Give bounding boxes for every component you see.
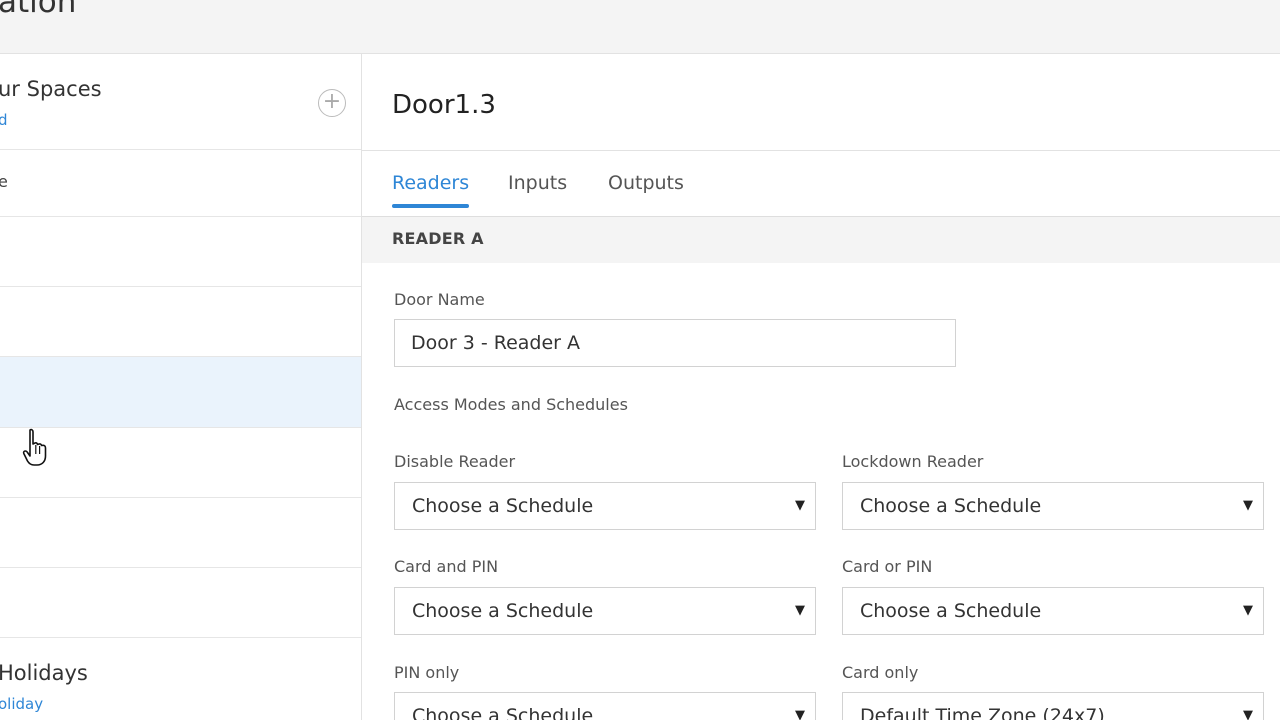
- door-name-input[interactable]: Door 3 - Reader A: [394, 319, 956, 367]
- hand-pointer-icon: [22, 428, 47, 466]
- sidebar-holidays-header: Holidays oliday: [0, 638, 361, 720]
- section-title: READER A: [392, 229, 484, 248]
- card-only-label: Card only: [842, 663, 919, 682]
- caret-down-icon: ▼: [795, 498, 805, 513]
- top-header: ation: [0, 0, 1280, 54]
- caret-down-icon: ▼: [795, 603, 805, 618]
- tab-readers[interactable]: Readers: [392, 172, 470, 208]
- select-value: Choose a Schedule: [860, 495, 1042, 517]
- tab-inputs[interactable]: Inputs: [508, 172, 567, 206]
- holidays-link[interactable]: oliday: [0, 695, 43, 713]
- plus-circle-icon: +: [322, 89, 342, 114]
- card-or-pin-select[interactable]: Choose a Schedule ▼: [842, 587, 1264, 635]
- select-value: Choose a Schedule: [412, 495, 594, 517]
- spaces-link[interactable]: d: [0, 111, 8, 129]
- card-or-pin-label: Card or PIN: [842, 557, 933, 576]
- select-value: Choose a Schedule: [860, 600, 1042, 622]
- sidebar-item[interactable]: [0, 217, 361, 287]
- sidebar-item[interactable]: [0, 287, 361, 357]
- select-value: Choose a Schedule: [412, 705, 594, 720]
- sidebar-item[interactable]: e: [0, 150, 361, 217]
- select-value: Default Time Zone (24x7): [860, 705, 1105, 720]
- lockdown-reader-label: Lockdown Reader: [842, 452, 984, 471]
- caret-down-icon: ▼: [1243, 708, 1253, 720]
- caret-down-icon: ▼: [795, 708, 805, 720]
- door-name-label: Door Name: [394, 290, 485, 309]
- disable-reader-select[interactable]: Choose a Schedule ▼: [394, 482, 816, 530]
- add-space-button[interactable]: +: [318, 89, 346, 117]
- access-modes-label: Access Modes and Schedules: [394, 395, 628, 414]
- sidebar: ur Spaces d + e Holidays oliday: [0, 54, 362, 720]
- main-panel: Door1.3 Readers Inputs Outputs READER A …: [362, 54, 1280, 720]
- select-value: Choose a Schedule: [412, 600, 594, 622]
- card-and-pin-label: Card and PIN: [394, 557, 499, 576]
- sidebar-item[interactable]: [0, 428, 361, 498]
- sidebar-item[interactable]: [0, 498, 361, 568]
- sidebar-item-hovered[interactable]: [0, 357, 361, 428]
- card-and-pin-select[interactable]: Choose a Schedule ▼: [394, 587, 816, 635]
- holidays-title: Holidays: [0, 661, 88, 685]
- spaces-title: ur Spaces: [0, 77, 102, 101]
- divider: [362, 150, 1280, 151]
- sidebar-item-label: e: [0, 172, 8, 191]
- tab-outputs[interactable]: Outputs: [608, 172, 684, 206]
- sidebar-item[interactable]: [0, 568, 361, 638]
- lockdown-reader-select[interactable]: Choose a Schedule ▼: [842, 482, 1264, 530]
- page-title: Door1.3: [392, 90, 496, 120]
- pin-only-select[interactable]: Choose a Schedule ▼: [394, 692, 816, 720]
- caret-down-icon: ▼: [1243, 498, 1253, 513]
- section-header: READER A: [362, 217, 1280, 263]
- disable-reader-label: Disable Reader: [394, 452, 516, 471]
- caret-down-icon: ▼: [1243, 603, 1253, 618]
- pin-only-label: PIN only: [394, 663, 460, 682]
- app-title: ation: [0, 0, 77, 20]
- sidebar-spaces-header: ur Spaces d +: [0, 54, 361, 150]
- card-only-select[interactable]: Default Time Zone (24x7) ▼: [842, 692, 1264, 720]
